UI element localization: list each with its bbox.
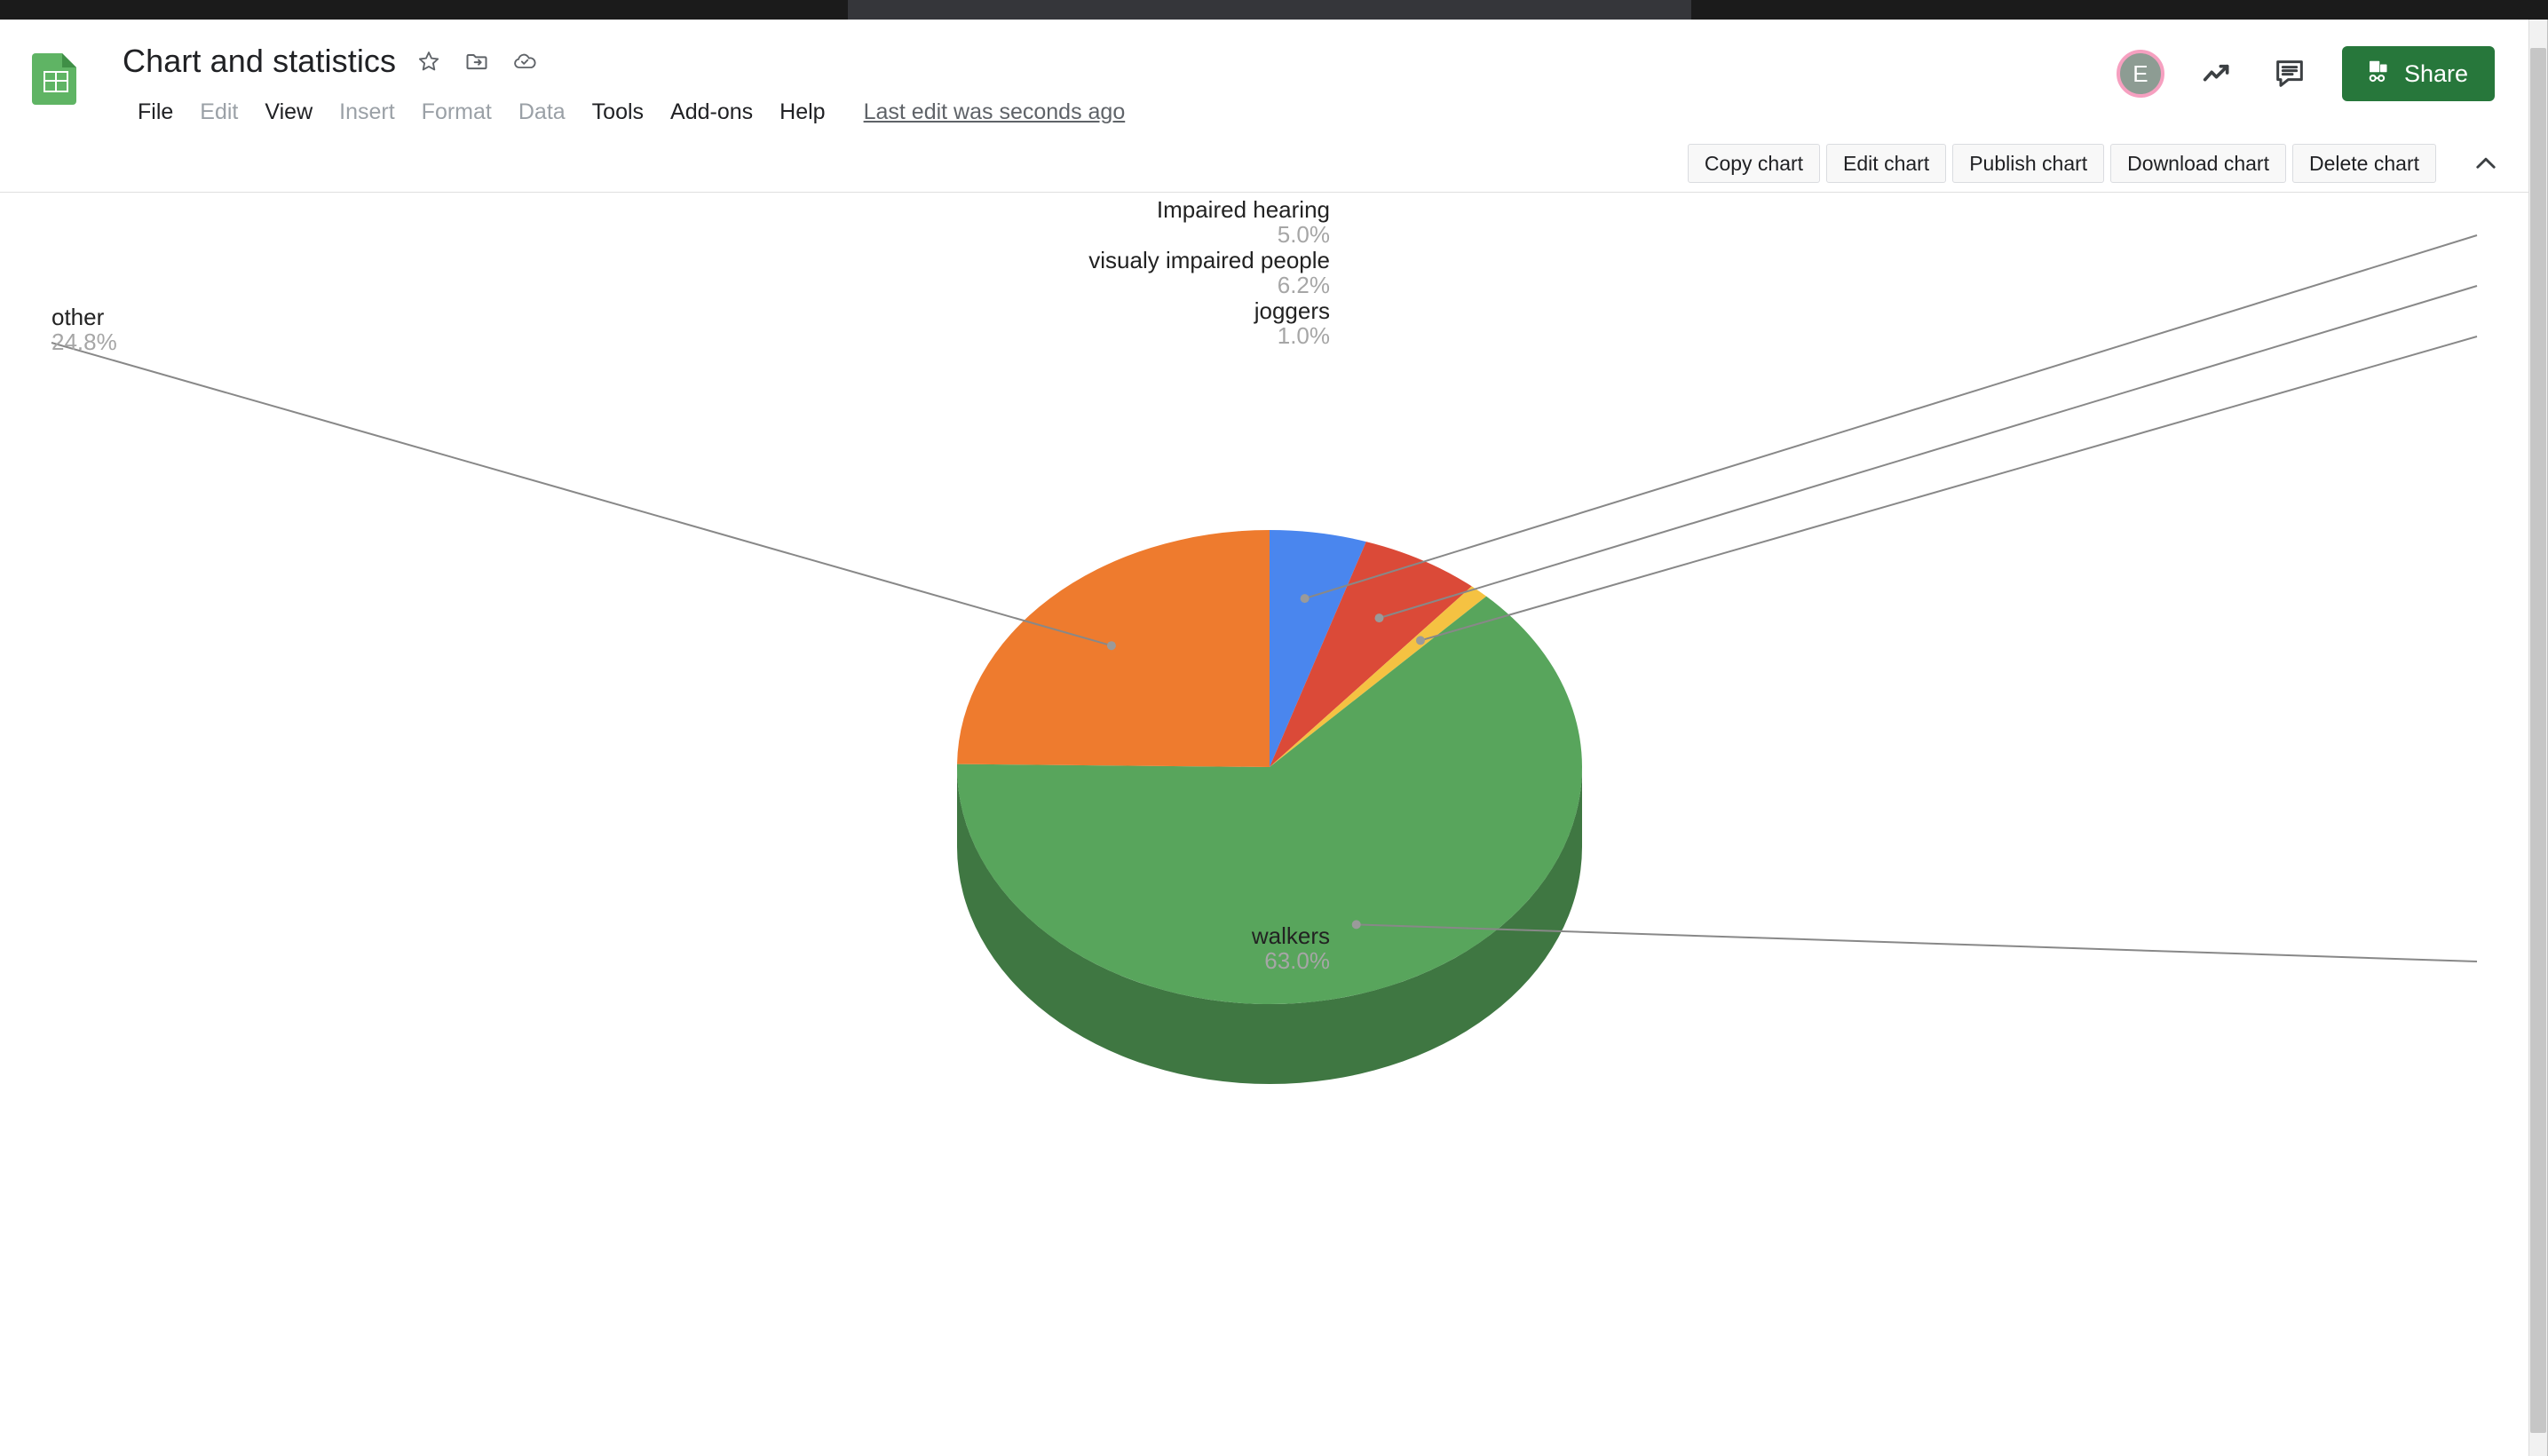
pie-chart-svg — [51, 234, 2478, 1084]
pie-leader-line — [1420, 336, 2478, 642]
browser-chrome-bar — [0, 0, 2548, 20]
copy-chart-button[interactable]: Copy chart — [1687, 144, 1821, 183]
menu-item-format[interactable]: Format — [408, 96, 505, 129]
download-chart-button[interactable]: Download chart — [2110, 144, 2286, 183]
menu-item-view[interactable]: View — [251, 96, 326, 129]
pie-label-other: other 24.8% — [51, 304, 117, 355]
pie-leader-line — [1304, 234, 2478, 600]
cloud-saved-icon[interactable] — [510, 46, 540, 76]
last-edit-status[interactable]: Last edit was seconds ago — [864, 99, 1126, 125]
chevron-up-icon[interactable] — [2466, 144, 2505, 183]
google-sheets-icon[interactable] — [28, 50, 83, 105]
menu-bar: File Edit View Insert Format Data Tools … — [124, 96, 1125, 129]
delete-chart-button[interactable]: Delete chart — [2291, 144, 2436, 183]
star-icon[interactable] — [414, 46, 444, 76]
menu-item-help[interactable]: Help — [766, 96, 838, 129]
pie-label-walkers: walkers 63.0% — [1251, 922, 1330, 974]
menu-item-tools[interactable]: Tools — [579, 96, 657, 129]
menu-item-insert[interactable]: Insert — [326, 96, 408, 129]
menu-item-add-ons[interactable]: Add-ons — [657, 96, 766, 129]
title-row: Chart and statistics — [123, 43, 540, 80]
header-actions: E Share — [2116, 46, 2495, 101]
share-button-label: Share — [2403, 59, 2468, 87]
pie-label-joggers: joggers 1.0% — [1254, 297, 1330, 349]
avatar[interactable]: E — [2116, 50, 2164, 98]
menu-item-edit[interactable]: Edit — [186, 96, 251, 129]
pie-leader-dot — [1300, 594, 1310, 604]
publish-chart-button[interactable]: Publish chart — [1952, 144, 2105, 183]
comment-icon[interactable] — [2269, 53, 2310, 94]
share-lock-icon — [2365, 58, 2392, 91]
vertical-scrollbar-track[interactable] — [2528, 20, 2548, 1456]
pie-leader-dot — [1374, 613, 1384, 623]
spreadsheet-chart-page: Chart and statistics File Edit View Inse… — [0, 0, 2548, 1456]
docs-header: Chart and statistics File Edit View Inse… — [0, 20, 2528, 135]
pie-leader-dot — [1106, 641, 1116, 651]
vertical-scrollbar-thumb[interactable] — [2530, 48, 2546, 1433]
pie-leader-dot — [1415, 636, 1425, 645]
share-button[interactable]: Share — [2341, 46, 2495, 101]
pie-leader-line — [1379, 285, 2478, 620]
page-title[interactable]: Chart and statistics — [123, 43, 396, 80]
pie-label-visualy-impaired-people: visualy impaired people 6.2% — [1088, 247, 1330, 298]
menu-item-file[interactable]: File — [124, 96, 186, 129]
pie-leader-dot — [1351, 920, 1361, 930]
edit-chart-button[interactable]: Edit chart — [1826, 144, 1947, 183]
pie-leader-line — [51, 342, 1112, 647]
trending-up-icon[interactable] — [2196, 53, 2237, 94]
menu-item-data[interactable]: Data — [505, 96, 579, 129]
browser-active-tab[interactable] — [848, 0, 1691, 20]
move-to-folder-icon[interactable] — [462, 46, 492, 76]
pie-chart-canvas[interactable]: Impaired hearing 5.0% visualy impaired p… — [0, 193, 2528, 1456]
pie-label-impaired-hearing: Impaired hearing 5.0% — [1156, 196, 1330, 248]
chart-toolbar: Copy chart Edit chart Publish chart Down… — [0, 135, 2528, 192]
